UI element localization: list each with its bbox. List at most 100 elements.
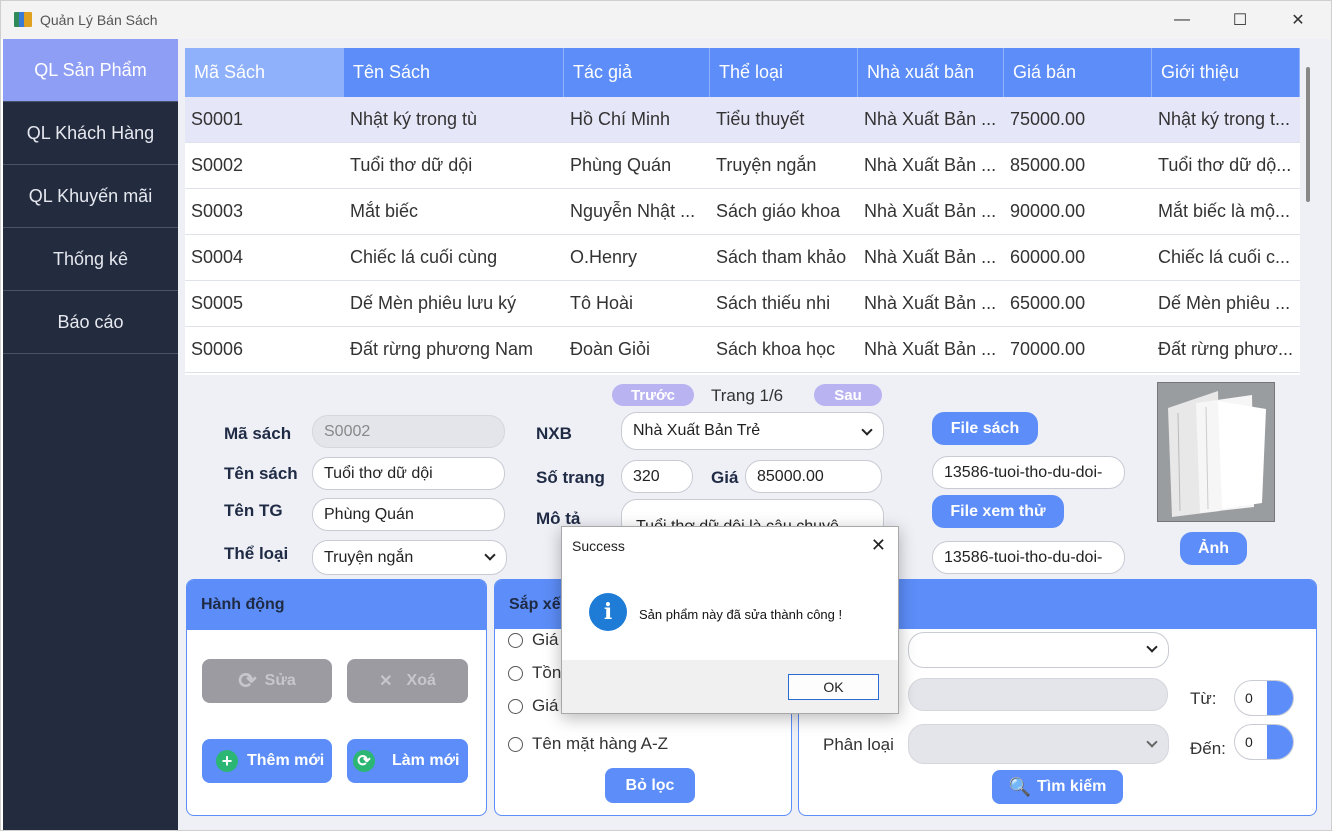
table-cell: Nhà Xuất Bản ...: [864, 247, 997, 267]
anh-button[interactable]: Ảnh: [1180, 532, 1247, 565]
header-tac-gia[interactable]: Tác giả: [564, 48, 710, 97]
search-field-disabled: [908, 678, 1168, 711]
delete-label: Xoá: [406, 672, 436, 689]
file-sach-field[interactable]: 13586-tuoi-tho-du-doi-: [932, 456, 1125, 489]
sidebar-item-customers[interactable]: QL Khách Hàng: [3, 102, 178, 165]
minimize-icon[interactable]: —: [1153, 1, 1211, 39]
header-the-loai[interactable]: Thể loại: [710, 48, 858, 97]
header-gioi-thieu[interactable]: Giới thiệu: [1152, 48, 1300, 97]
edit-button[interactable]: ⟳ Sửa: [202, 659, 332, 703]
table-cell: Nhật ký trong tù: [350, 109, 478, 129]
table-cell: Tuổi thơ dữ dộ...: [1158, 155, 1292, 175]
table-cell: Sách khoa học: [716, 339, 836, 359]
delete-button[interactable]: ✕ Xoá: [347, 659, 468, 703]
from-label: Từ:: [1190, 689, 1217, 708]
table-row[interactable]: S0004 Chiếc lá cuối cùng O.Henry Sách tham …: [185, 235, 1300, 281]
sidebar-item-products[interactable]: QL Sản Phẩm: [3, 39, 178, 102]
table-cell: Nhà Xuất Bản ...: [864, 293, 997, 313]
header-nxb[interactable]: Nhà xuất bản: [858, 48, 1004, 97]
sort-option-4[interactable]: Tên mặt hàng A-Z: [508, 734, 668, 754]
the-loai-label: Thể loại: [224, 544, 289, 563]
nxb-label: NXB: [536, 424, 572, 443]
gia-field[interactable]: 85000.00: [745, 460, 882, 493]
sort-option-2[interactable]: Tồn: [508, 663, 561, 683]
edit-label: Sửa: [264, 672, 296, 689]
table-cell: Tuổi thơ dữ dội: [350, 155, 473, 175]
table-cell: 65000.00: [1010, 293, 1086, 313]
spinner-arrows-icon[interactable]: [1267, 725, 1293, 759]
ten-sach-field[interactable]: Tuổi thơ dữ dội: [312, 457, 505, 490]
table-cell: Hồ Chí Minh: [570, 109, 671, 129]
title-bar: Quản Lý Bán Sách — ☐ ✕: [1, 1, 1331, 39]
table-row[interactable]: S0002 Tuổi thơ dữ dội Phùng Quán Truyện ngắ…: [185, 143, 1300, 189]
sort-option-3[interactable]: Giá: [508, 696, 558, 716]
dialog-message: Sản phẩm này đã sửa thành công !: [639, 607, 843, 622]
chevron-down-icon: [1146, 641, 1158, 653]
to-spinner[interactable]: 0: [1234, 724, 1294, 760]
file-xem-thu-field[interactable]: 13586-tuoi-tho-du-doi-: [932, 541, 1125, 574]
header-gia-ban[interactable]: Giá bán: [1004, 48, 1152, 97]
the-loai-select[interactable]: Truyện ngắn: [312, 540, 507, 575]
from-value: 0: [1245, 690, 1253, 706]
ma-sach-label: Mã sách: [224, 424, 292, 443]
table-cell: S0003: [191, 201, 244, 221]
to-value: 0: [1245, 734, 1253, 750]
spinner-arrows-icon[interactable]: [1267, 681, 1293, 715]
search-button[interactable]: 🔍 Tìm kiếm: [992, 770, 1123, 804]
table-row[interactable]: S0006 Đất rừng phương Nam Đoàn Giỏi Sách kh…: [185, 327, 1300, 373]
sort-option-1[interactable]: Giá: [508, 630, 558, 650]
maximize-icon[interactable]: ☐: [1211, 1, 1269, 39]
from-spinner[interactable]: 0: [1234, 680, 1294, 716]
chevron-down-icon: [861, 424, 873, 436]
clear-filter-button[interactable]: Bỏ lọc: [605, 768, 695, 803]
books-table: Mã Sách Tên Sách Tác giả Thể loại Nhà xu…: [185, 48, 1300, 375]
table-row[interactable]: S0005 Dế Mèn phiêu lưu ký Tô Hoài Sách thiế…: [185, 281, 1300, 327]
ma-sach-field[interactable]: S0002: [312, 415, 505, 448]
refresh-button[interactable]: ⟳ Làm mới: [347, 739, 468, 783]
next-page-button[interactable]: Sau: [814, 384, 882, 406]
file-sach-button[interactable]: File sách: [932, 412, 1038, 445]
ten-tg-field[interactable]: Phùng Quán: [312, 498, 505, 531]
nxb-select[interactable]: Nhà Xuất Bản Trẻ: [621, 412, 884, 450]
sidebar: QL Sản Phẩm QL Khách Hàng QL Khuyến mãi …: [3, 39, 178, 830]
book-cover-image: [1157, 382, 1275, 522]
sort-option-1-label: Giá: [532, 630, 559, 649]
prev-page-button[interactable]: Trước: [612, 384, 694, 406]
sort-option-2-label: Tồn: [532, 663, 562, 682]
header-ma-sach[interactable]: Mã Sách: [185, 48, 344, 97]
table-cell: 75000.00: [1010, 109, 1086, 129]
category-label: Phân loại: [823, 735, 894, 754]
add-button[interactable]: + Thêm mới: [202, 739, 332, 783]
table-row[interactable]: S0003 Mắt biếc Nguyễn Nhật ... Sách giáo kh…: [185, 189, 1300, 235]
table-cell: Chiếc lá cuối c...: [1158, 247, 1291, 267]
search-select-1[interactable]: [908, 632, 1169, 668]
ok-button[interactable]: OK: [788, 674, 879, 700]
gia-label: Giá: [711, 468, 739, 487]
table-row[interactable]: S0001 Nhật ký trong tù Hồ Chí Minh Tiểu thu…: [185, 97, 1300, 143]
radio-icon: [508, 632, 523, 648]
sidebar-item-statistics[interactable]: Thống kê: [3, 228, 178, 291]
so-trang-label: Số trang: [536, 468, 605, 487]
ten-sach-label: Tên sách: [224, 464, 298, 483]
table-cell: Chiếc lá cuối cùng: [350, 247, 498, 267]
close-window-icon[interactable]: ✕: [1269, 1, 1327, 39]
table-cell: S0001: [191, 109, 244, 129]
category-select[interactable]: [908, 724, 1169, 764]
table-cell: S0005: [191, 293, 244, 313]
header-ten-sach[interactable]: Tên Sách: [344, 48, 564, 97]
add-label: Thêm mới: [247, 752, 325, 769]
table-cell: Đoàn Giỏi: [570, 339, 651, 359]
table-cell: Mắt biếc là mộ...: [1158, 201, 1291, 221]
file-xem-thu-button[interactable]: File xem thử: [932, 495, 1064, 528]
table-scrollbar[interactable]: [1306, 67, 1310, 202]
table-cell: S0004: [191, 247, 244, 267]
page-indicator: Trang 1/6: [711, 386, 784, 405]
so-trang-field[interactable]: 320: [621, 460, 693, 493]
sidebar-item-reports[interactable]: Báo cáo: [3, 291, 178, 354]
dialog-close-icon[interactable]: ✕: [871, 535, 886, 556]
table-cell: Tô Hoài: [570, 293, 634, 313]
app-window: Quản Lý Bán Sách — ☐ ✕ QL Sản Phẩm QL Kh…: [0, 0, 1332, 831]
table-body: S0001 Nhật ký trong tù Hồ Chí Minh Tiểu thu…: [185, 97, 1300, 373]
table-cell: Sách giáo khoa: [716, 201, 841, 221]
sidebar-item-promotions[interactable]: QL Khuyến mãi: [3, 165, 178, 228]
